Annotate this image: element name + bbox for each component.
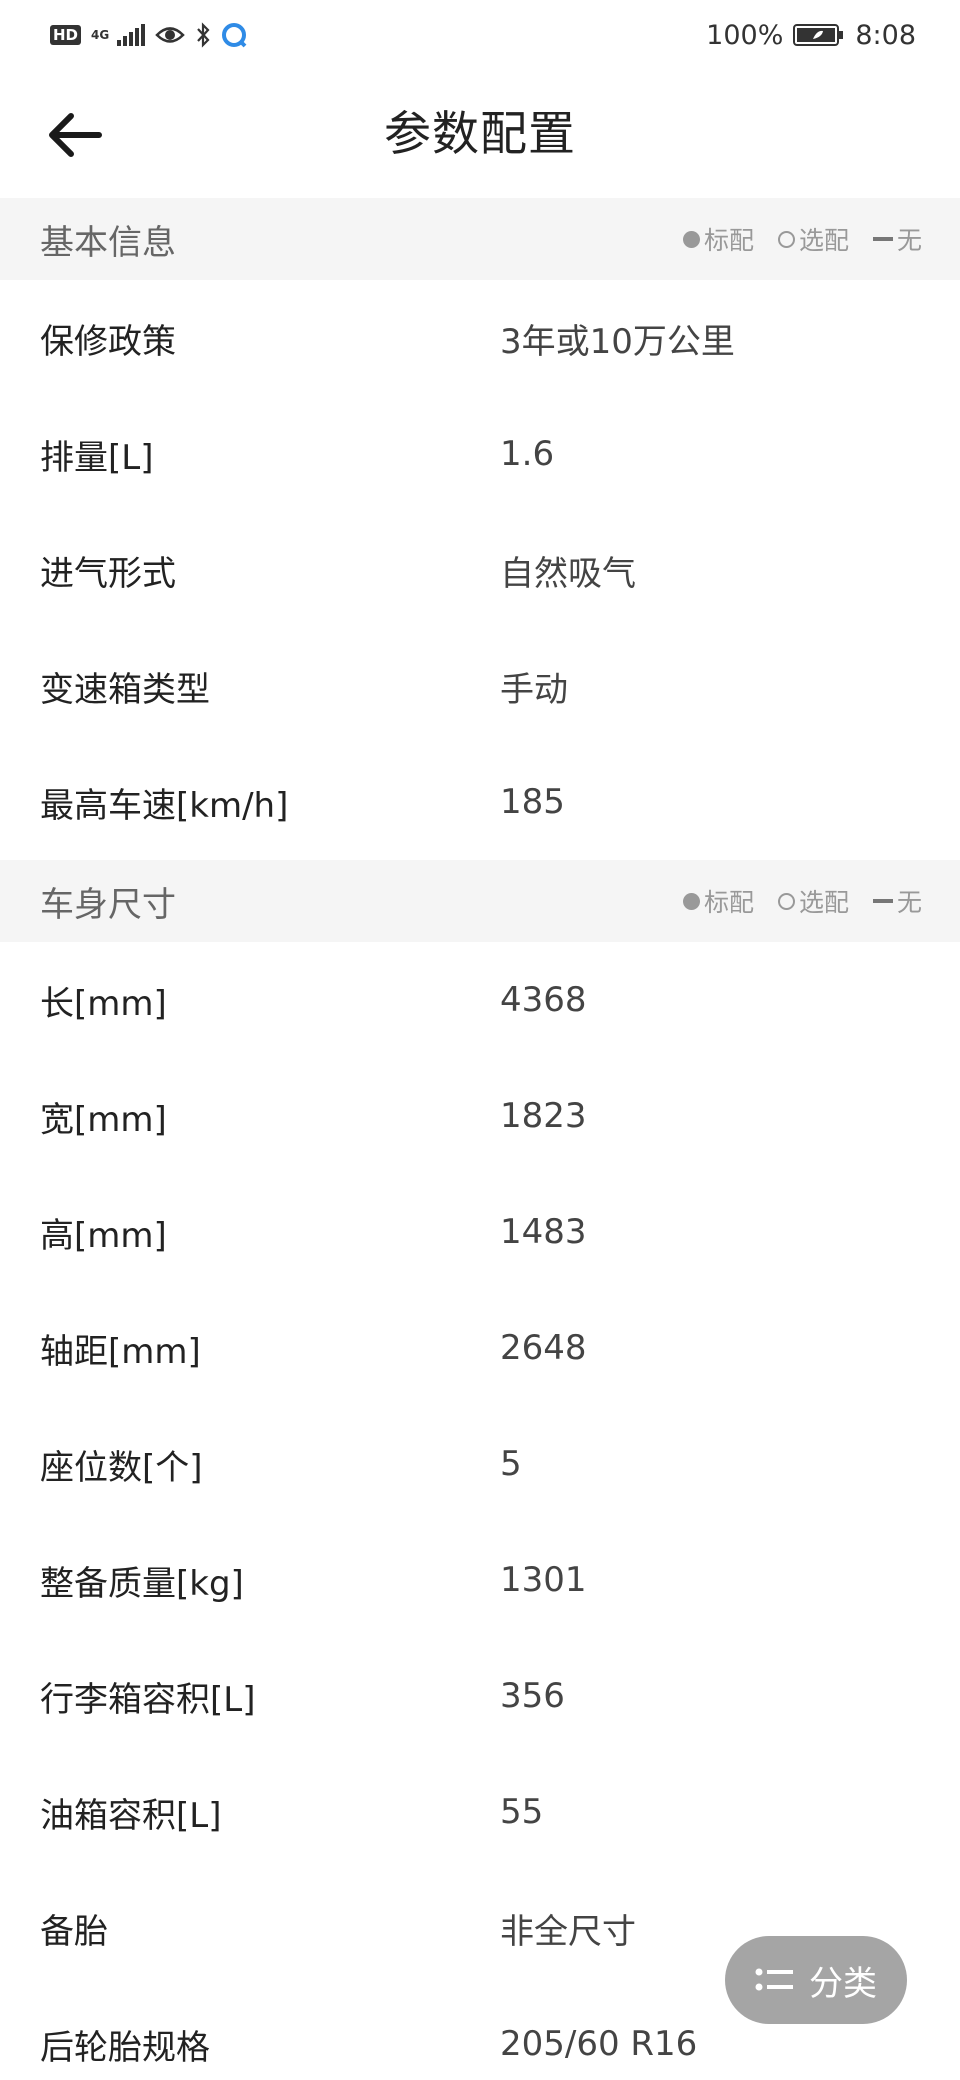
- spec-value: 1483: [500, 1212, 587, 1252]
- arrow-left-icon: [49, 113, 102, 157]
- spec-label: 保修政策: [40, 321, 176, 362]
- hollow-dot-icon: [777, 892, 795, 910]
- spec-value: 55: [500, 1792, 544, 1832]
- filled-dot-icon: [682, 892, 700, 910]
- spec-label: 座位数[个]: [40, 1447, 203, 1488]
- bluetooth-icon: [195, 22, 211, 48]
- section-title: 车身尺寸: [40, 884, 176, 925]
- spec-row: 排量[L] 1.6: [0, 396, 960, 512]
- spec-label: 长[mm]: [40, 983, 167, 1024]
- spec-value: 非全尺寸: [500, 1911, 636, 1952]
- legend-optional: 选配: [777, 221, 849, 257]
- back-button[interactable]: [40, 102, 110, 168]
- spec-value: 205/60 R16: [500, 2024, 698, 2064]
- legend-standard-label: 标配: [703, 888, 754, 917]
- spec-label: 最高车速[km/h]: [40, 785, 289, 826]
- spec-row: 油箱容积[L] 55: [0, 1754, 960, 1870]
- eye-icon: [155, 24, 185, 46]
- battery-icon: [793, 22, 845, 48]
- category-button-label: 分类: [809, 1963, 877, 2004]
- spec-label: 进气形式: [40, 553, 176, 594]
- spec-value: 1823: [500, 1096, 587, 1136]
- spec-row: 最高车速[km/h] 185: [0, 744, 960, 860]
- spec-value: 1.6: [500, 434, 555, 474]
- spec-row: 变速箱类型 手动: [0, 628, 960, 744]
- page: HD 4G 100% 8:08 参数配置 基本信息 标配 选配 无 保修政策 3…: [0, 0, 960, 2080]
- battery-percentage: 100%: [706, 19, 784, 51]
- spec-value: 自然吸气: [500, 553, 636, 594]
- section-header-body-dimensions: 车身尺寸 标配 选配 无: [0, 860, 960, 942]
- spec-row: 轴距[mm] 2648: [0, 1290, 960, 1406]
- filled-dot-icon: [682, 230, 700, 248]
- legend-standard: 标配: [682, 221, 754, 257]
- status-bar: HD 4G 100% 8:08: [0, 0, 960, 70]
- section-title: 基本信息: [40, 222, 176, 263]
- dash-icon: [872, 899, 893, 903]
- spec-label: 油箱容积[L]: [40, 1795, 222, 1836]
- legend-optional-label: 选配: [798, 888, 849, 917]
- list-icon: [755, 1968, 793, 1991]
- spec-label: 轴距[mm]: [40, 1331, 201, 1372]
- spec-label: 宽[mm]: [40, 1099, 167, 1140]
- status-left: HD 4G: [50, 22, 247, 48]
- spec-value: 356: [500, 1676, 565, 1716]
- spec-value: 185: [500, 782, 565, 822]
- status-right: 100% 8:08: [706, 20, 916, 51]
- spec-label: 行李箱容积[L]: [40, 1679, 256, 1720]
- category-button[interactable]: 分类: [725, 1936, 907, 2024]
- spec-value: 4368: [500, 980, 587, 1020]
- legend-none: 无: [872, 221, 922, 257]
- spec-row: 宽[mm] 1823: [0, 1058, 960, 1174]
- spec-list: 基本信息 标配 选配 无 保修政策 3年或10万公里 排量[L] 1.6 进气形…: [0, 198, 960, 2080]
- legend: 标配 选配 无: [682, 883, 922, 919]
- page-title: 参数配置: [384, 107, 576, 162]
- legend-none-label: 无: [896, 226, 922, 255]
- app-notification-icon: [221, 22, 247, 48]
- spec-label: 备胎: [40, 1911, 108, 1952]
- spec-row: 进气形式 自然吸气: [0, 512, 960, 628]
- spec-value: 5: [500, 1444, 522, 1484]
- legend-optional: 选配: [777, 883, 849, 919]
- legend-none: 无: [872, 883, 922, 919]
- spec-row: 保修政策 3年或10万公里: [0, 280, 960, 396]
- legend-none-label: 无: [896, 888, 922, 917]
- app-header: 参数配置: [0, 80, 960, 190]
- legend-standard-label: 标配: [703, 226, 754, 255]
- hd-badge: HD: [50, 25, 82, 45]
- spec-label: 变速箱类型: [40, 669, 210, 710]
- spec-row: 长[mm] 4368: [0, 942, 960, 1058]
- spec-value: 2648: [500, 1328, 587, 1368]
- legend: 标配 选配 无: [682, 221, 922, 257]
- spec-value: 1301: [500, 1560, 587, 1600]
- spec-row: 整备质量[kg] 1301: [0, 1522, 960, 1638]
- legend-standard: 标配: [682, 883, 754, 919]
- network-type: 4G: [91, 28, 110, 42]
- spec-row: 高[mm] 1483: [0, 1174, 960, 1290]
- signal-icon: [117, 24, 146, 46]
- hollow-dot-icon: [777, 230, 795, 248]
- spec-value: 3年或10万公里: [500, 321, 735, 362]
- spec-label: 整备质量[kg]: [40, 1563, 244, 1604]
- spec-label: 后轮胎规格: [40, 2027, 210, 2068]
- spec-value: 手动: [500, 669, 568, 710]
- section-header-basic-info: 基本信息 标配 选配 无: [0, 198, 960, 280]
- spec-row: 座位数[个] 5: [0, 1406, 960, 1522]
- clock-time: 8:08: [855, 19, 916, 51]
- dash-icon: [872, 237, 893, 241]
- legend-optional-label: 选配: [798, 226, 849, 255]
- spec-label: 高[mm]: [40, 1215, 167, 1256]
- spec-label: 排量[L]: [40, 437, 154, 478]
- spec-row: 行李箱容积[L] 356: [0, 1638, 960, 1754]
